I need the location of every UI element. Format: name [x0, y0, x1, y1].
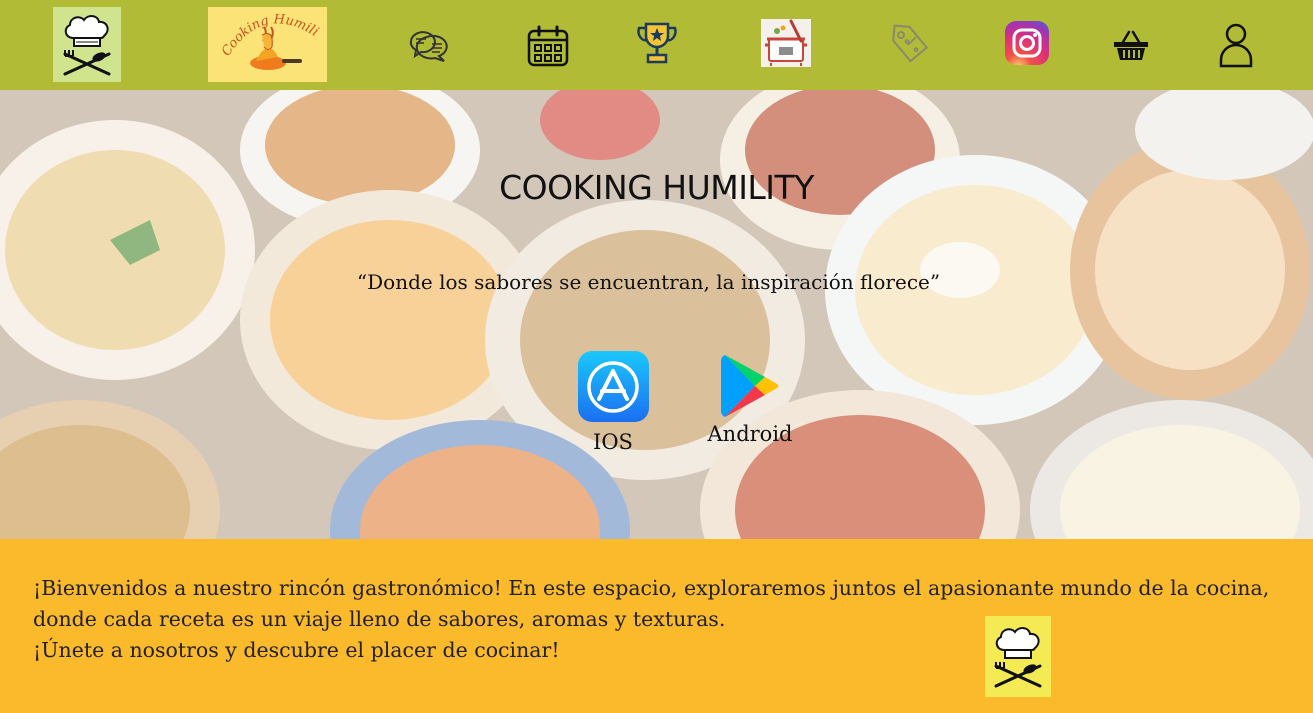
cooking-pot-icon — [761, 19, 811, 67]
welcome-line-3: ¡Únete a nosotros y descubre el placer d… — [33, 638, 560, 662]
welcome-section: ¡Bienvenidos a nuestro rincón gastronómi… — [0, 539, 1313, 713]
hero-section: COOKING HUMILITY “Donde los sabores se e… — [0, 90, 1313, 539]
home-logo[interactable] — [53, 7, 121, 82]
nav-instagram[interactable] — [1005, 21, 1049, 65]
price-tag-icon — [892, 24, 929, 63]
shopping-basket-icon — [1114, 30, 1148, 60]
nav-trophy[interactable] — [635, 20, 679, 66]
calendar-icon — [527, 25, 568, 67]
nav-offers[interactable] — [888, 22, 932, 66]
hero-quote: “Donde los sabores se encuentran, la ins… — [356, 270, 941, 294]
hero-overlay — [0, 90, 1313, 539]
welcome-chef-logo — [985, 616, 1051, 697]
nav-cart[interactable] — [1112, 28, 1150, 64]
ios-download-link[interactable]: IOS — [573, 351, 653, 454]
cooking-humility-brand-logo: Cooking Humility — [208, 7, 321, 70]
google-play-icon — [721, 355, 779, 417]
android-label: Android — [707, 422, 793, 446]
nav-chat[interactable] — [405, 26, 450, 66]
app-store-icon — [577, 351, 649, 422]
user-icon — [1219, 23, 1253, 68]
instagram-icon — [1005, 21, 1049, 65]
top-navbar: Cooking Humility — [0, 0, 1313, 90]
welcome-line-1: ¡Bienvenidos a nuestro rincón gastronómi… — [33, 576, 1270, 600]
ios-label: IOS — [593, 430, 633, 454]
nav-calendar[interactable] — [525, 24, 570, 68]
welcome-line-2: donde cada receta es un viaje lleno de s… — [33, 607, 726, 631]
chat-bubbles-icon — [409, 31, 448, 62]
brand-logo[interactable]: Cooking Humility — [208, 7, 327, 82]
hero-title: COOKING HUMILITY — [499, 168, 814, 207]
trophy-icon — [637, 22, 677, 64]
welcome-text: ¡Bienvenidos a nuestro rincón gastronómi… — [33, 573, 1293, 666]
nav-recipes[interactable] — [761, 19, 811, 67]
chef-hat-utensils-icon — [63, 14, 111, 75]
nav-profile[interactable] — [1216, 22, 1256, 68]
android-download-link[interactable]: Android — [700, 351, 800, 446]
chef-hat-utensils-icon — [994, 626, 1042, 687]
